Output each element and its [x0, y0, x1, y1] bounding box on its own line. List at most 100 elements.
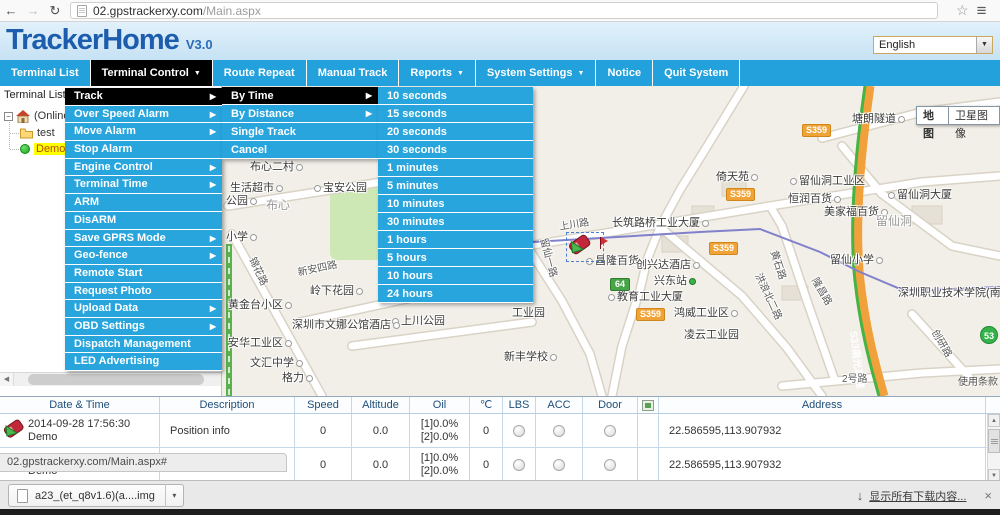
menubar-item-reports[interactable]: Reports▼ [399, 60, 476, 86]
caret-down-icon: ▼ [194, 70, 201, 77]
scroll-up-icon[interactable]: ▲ [988, 414, 1000, 427]
grid-select-icon[interactable] [642, 400, 654, 411]
lbs-indicator-icon [513, 425, 525, 437]
menu-item-stop-alarm[interactable]: Stop Alarm [65, 141, 222, 159]
menu-item-obd-settings[interactable]: OBD Settings▶ [65, 318, 222, 336]
menubar-item-notice[interactable]: Notice [596, 60, 653, 86]
door-indicator-icon [604, 425, 616, 437]
road-badge: S359 [709, 242, 738, 255]
menu-item-move-alarm[interactable]: Move Alarm▶ [65, 123, 222, 141]
tree-node-demo[interactable]: Demo( [20, 141, 71, 157]
row-oil: [1]0.0%[2]0.0% [410, 414, 470, 447]
column-header-description: Description [160, 397, 295, 413]
menu-item-1-hours[interactable]: 1 hours [378, 231, 533, 249]
menu-item-engine-control[interactable]: Engine Control▶ [65, 159, 222, 177]
column-header-lbs: LBS [503, 397, 536, 413]
scrollbar-thumb[interactable] [28, 374, 204, 385]
by-time-submenu: 10 seconds15 seconds20 seconds30 seconds… [378, 87, 533, 303]
menu-item-arm[interactable]: ARM [65, 194, 222, 212]
menu-item-upload-data[interactable]: Upload Data▶ [65, 300, 222, 318]
refresh-icon[interactable]: ↻ [44, 3, 66, 19]
sidebar-horizontal-scrollbar[interactable]: ◀ [0, 372, 222, 386]
map-label: 留仙洞大厦 [886, 186, 952, 202]
submenu-arrow-icon: ▶ [366, 105, 372, 123]
menu-item-disarm[interactable]: DisARM [65, 212, 222, 230]
menu-item-10-hours[interactable]: 10 hours [378, 267, 533, 285]
poi-dot-icon [751, 174, 758, 181]
map-terms-link[interactable]: 使用条款 [958, 373, 998, 388]
back-icon[interactable]: ← [0, 3, 22, 18]
close-download-shelf-icon[interactable]: × [984, 488, 992, 503]
menu-item-single-track[interactable]: Single Track [222, 123, 378, 141]
menu-item-led-advertising[interactable]: LED Advertising [65, 353, 222, 371]
poi-dot-icon [276, 185, 283, 192]
menu-item-terminal-time[interactable]: Terminal Time▶ [65, 176, 222, 194]
menubar-item-terminal-control[interactable]: Terminal Control▼ [91, 60, 213, 86]
download-file-name: a23_(et_q8v1.6)(a....img [35, 490, 155, 502]
menubar-item-manual-track[interactable]: Manual Track [307, 60, 400, 86]
menu-item-24-hours[interactable]: 24 hours [378, 285, 533, 303]
folder-icon [20, 128, 33, 139]
map-label: 公园 [226, 192, 259, 208]
scroll-left-icon[interactable]: ◀ [0, 373, 14, 386]
language-select[interactable]: English ▼ [873, 36, 993, 54]
sidebar-title: Terminal List [4, 89, 66, 101]
menu-item-10-minutes[interactable]: 10 minutes [378, 195, 533, 213]
table-row[interactable]: 2014-09-28 17:56:30DemoPosition info00.0… [0, 414, 1000, 448]
table-vertical-scrollbar[interactable]: ▲ ▼ [987, 414, 1000, 482]
poi-dot-icon [250, 234, 257, 241]
menu-item-10-seconds[interactable]: 10 seconds [378, 87, 533, 105]
menu-item-5-hours[interactable]: 5 hours [378, 249, 533, 267]
menu-item-over-speed-alarm[interactable]: Over Speed Alarm▶ [65, 106, 222, 124]
satellite-mode-button[interactable]: 卫星图像 [949, 106, 1000, 125]
menu-item-by-distance[interactable]: By Distance▶ [222, 105, 378, 123]
menu-item-track[interactable]: Track▶ [65, 88, 222, 106]
address-bar[interactable]: 02.gpstrackerxy.com/Main.aspx [70, 2, 938, 19]
map-label: 深圳职业技术学院(南门) [898, 284, 1000, 300]
menu-item-15-seconds[interactable]: 15 seconds [378, 105, 533, 123]
browser-menu-icon[interactable]: ≡ [977, 6, 987, 16]
menu-item-cancel[interactable]: Cancel [222, 141, 378, 159]
menu-item-remote-start[interactable]: Remote Start [65, 265, 222, 283]
map-mode-button[interactable]: 地图 [916, 106, 949, 125]
tree-node-test[interactable]: test [20, 125, 55, 141]
menubar-item-route-repeat[interactable]: Route Repeat [213, 60, 307, 86]
map-label: 文汇中学 [250, 354, 305, 370]
bookmark-star-icon[interactable]: ☆ [956, 2, 969, 19]
menu-item-geo-fence[interactable]: Geo-fence▶ [65, 247, 222, 265]
menubar-item-system-settings[interactable]: System Settings▼ [476, 60, 597, 86]
tree-expander-icon[interactable]: − [4, 112, 13, 121]
caret-down-icon: ▼ [457, 70, 464, 77]
row-temperature: 0 [470, 448, 503, 481]
menu-item-20-seconds[interactable]: 20 seconds [378, 123, 533, 141]
map-label: 留仙小学 [830, 251, 885, 267]
menu-item-5-minutes[interactable]: 5 minutes [378, 177, 533, 195]
menu-item-request-photo[interactable]: Request Photo [65, 283, 222, 301]
scrollbar-thumb[interactable] [988, 429, 1000, 453]
menubar-item-terminal-list[interactable]: Terminal List [0, 60, 91, 86]
menu-item-by-time[interactable]: By Time▶ [222, 87, 378, 105]
menu-item-save-gprs-mode[interactable]: Save GPRS Mode▶ [65, 230, 222, 248]
menu-item-dispatch-management[interactable]: Dispatch Management [65, 336, 222, 354]
caret-down-icon: ▼ [578, 70, 585, 77]
download-item-caret-icon[interactable]: ▾ [165, 484, 183, 507]
map-label: 鸿威工业区 [674, 304, 740, 320]
download-item[interactable]: a23_(et_q8v1.6)(a....img ▾ [8, 484, 184, 507]
vehicle-marker[interactable] [566, 232, 604, 262]
app-logo: TrackerHome V3.0 [6, 24, 213, 57]
menu-item-1-minutes[interactable]: 1 minutes [378, 159, 533, 177]
menu-item-30-minutes[interactable]: 30 minutes [378, 213, 533, 231]
row-altitude: 0.0 [352, 448, 410, 481]
poi-dot-icon [834, 196, 841, 203]
map-label: 长筑路桥工业大厦 [612, 214, 711, 230]
forward-icon[interactable]: → [22, 3, 44, 18]
select-arrow-icon[interactable]: ▼ [976, 37, 992, 53]
app-version: V3.0 [186, 37, 213, 52]
vehicle-row-icon [2, 418, 26, 443]
menubar-item-quit-system[interactable]: Quit System [653, 60, 740, 86]
show-all-downloads-link[interactable]: 显示所有下载内容... [869, 488, 966, 504]
column-header-address: Address [659, 397, 986, 413]
row-datetime: 2014-09-28 17:56:30 [28, 418, 130, 431]
menu-item-30-seconds[interactable]: 30 seconds [378, 141, 533, 159]
row-datetime-and-name: 2014-09-28 17:56:30Demo [28, 418, 130, 444]
